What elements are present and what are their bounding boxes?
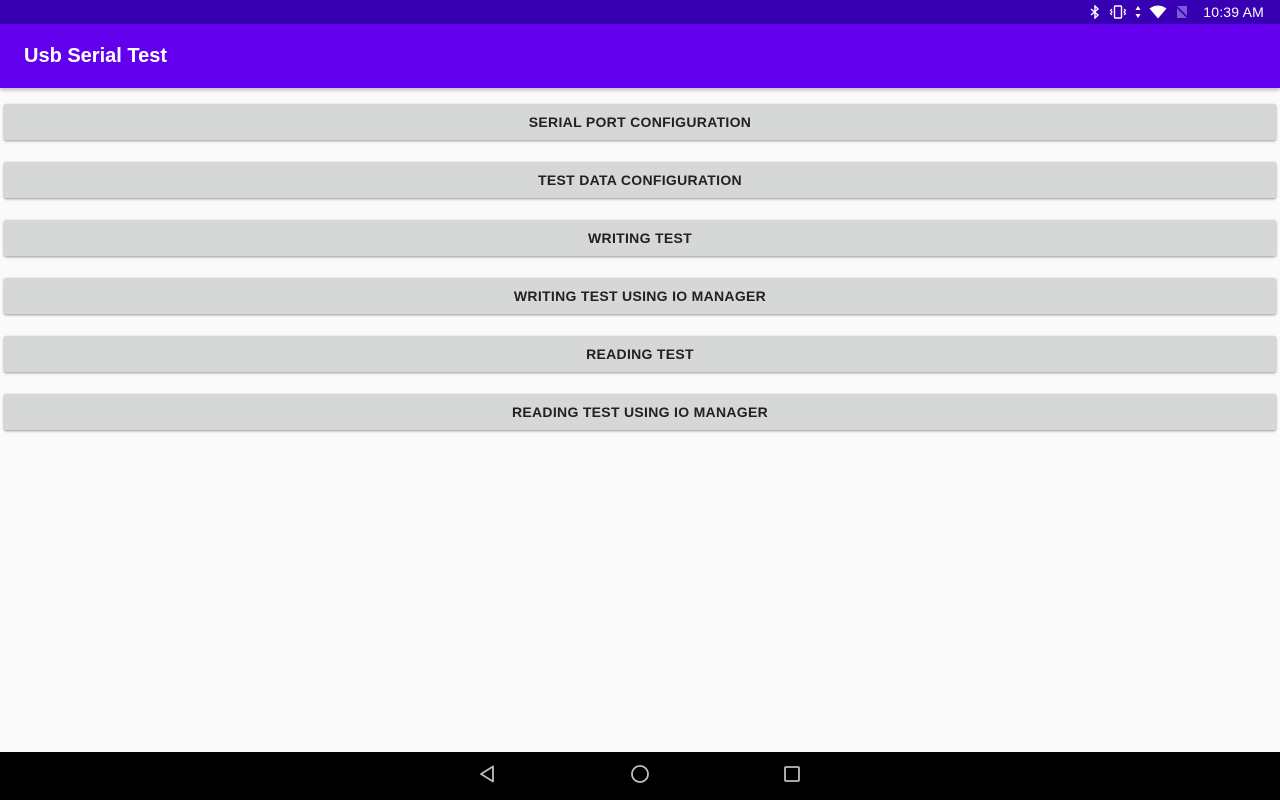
home-icon xyxy=(630,764,650,789)
status-bar: 10:39 AM xyxy=(0,0,1280,24)
data-arrows-icon xyxy=(1135,5,1141,19)
no-sim-icon xyxy=(1175,5,1189,19)
bluetooth-icon xyxy=(1089,5,1101,19)
status-icons xyxy=(1089,5,1189,19)
recents-button[interactable] xyxy=(768,752,816,800)
recents-icon xyxy=(782,764,802,789)
serial-port-configuration-button[interactable]: SERIAL PORT CONFIGURATION xyxy=(4,104,1276,140)
back-icon xyxy=(478,764,498,789)
back-button[interactable] xyxy=(464,752,512,800)
navigation-bar xyxy=(0,752,1280,800)
writing-test-io-manager-button[interactable]: WRITING TEST USING IO MANAGER xyxy=(4,278,1276,314)
vibrate-icon xyxy=(1109,5,1127,19)
reading-test-button[interactable]: READING TEST xyxy=(4,336,1276,372)
status-time: 10:39 AM xyxy=(1203,4,1264,20)
wifi-icon xyxy=(1149,5,1167,19)
reading-test-io-manager-button[interactable]: READING TEST USING IO MANAGER xyxy=(4,394,1276,430)
writing-test-button[interactable]: WRITING TEST xyxy=(4,220,1276,256)
home-button[interactable] xyxy=(616,752,664,800)
test-data-configuration-button[interactable]: TEST DATA CONFIGURATION xyxy=(4,162,1276,198)
app-title: Usb Serial Test xyxy=(24,44,168,67)
menu-list: SERIAL PORT CONFIGURATION TEST DATA CONF… xyxy=(0,88,1280,752)
app-bar: Usb Serial Test xyxy=(0,24,1280,88)
